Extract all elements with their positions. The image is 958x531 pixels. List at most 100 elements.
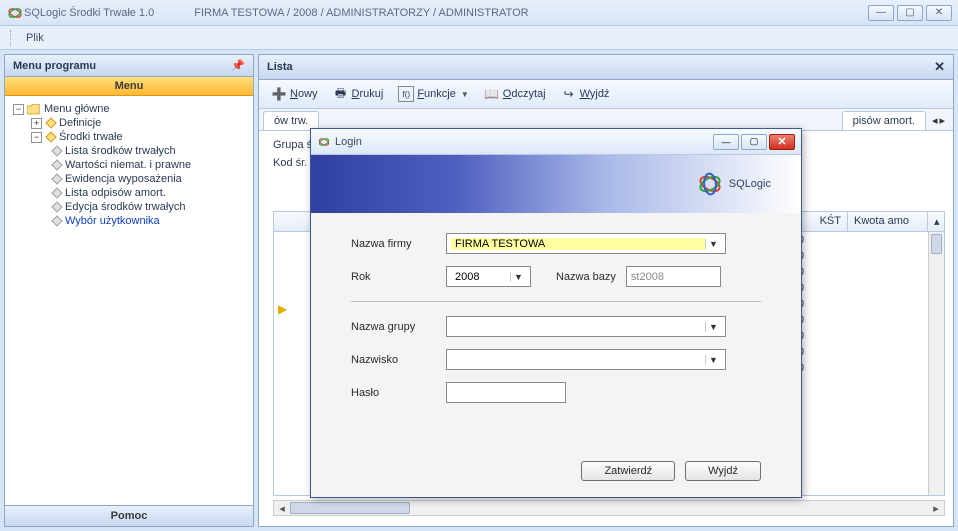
- separator: [351, 301, 761, 302]
- dialog-buttons: Zatwierdź Wyjdź: [311, 461, 801, 497]
- login-dialog: Login — ▢ ✕ SQLogic Nazwa firmy FIRMA TE…: [310, 128, 802, 498]
- chevron-down-icon[interactable]: ▼: [705, 355, 721, 365]
- toolbar-functions[interactable]: f()Funkcje▼: [392, 84, 474, 104]
- sidebar: Menu programu 📌 Menu − Menu główne + Def…: [4, 54, 254, 527]
- pomoc-band[interactable]: Pomoc: [5, 505, 253, 526]
- vertical-scrollbar[interactable]: [928, 232, 944, 495]
- close-button[interactable]: ✕: [926, 5, 952, 21]
- print-icon: 🖶: [333, 86, 349, 102]
- horizontal-scrollbar[interactable]: ◂ ▸: [273, 500, 945, 516]
- rok-label: Rok: [351, 271, 446, 283]
- expand-icon[interactable]: −: [13, 104, 24, 115]
- tab-prev-icon[interactable]: ◂: [932, 114, 938, 127]
- chevron-down-icon[interactable]: ▼: [705, 322, 721, 332]
- cancel-button[interactable]: Wyjdź: [685, 461, 761, 481]
- panel-close-icon[interactable]: ✕: [934, 59, 945, 75]
- tree-item-label: Środki trwałe: [59, 131, 123, 143]
- expand-icon[interactable]: −: [31, 132, 42, 143]
- menu-file[interactable]: Plik: [18, 29, 52, 47]
- dialog-title: Login: [335, 136, 362, 148]
- tree-root-label: Menu główne: [44, 103, 109, 115]
- menubar-handle: [10, 30, 14, 46]
- brand-icon: [697, 171, 723, 197]
- tree-item[interactable]: Edycja środków trwałych: [9, 200, 249, 214]
- toolbar-exit[interactable]: ↪Wyjdź: [555, 84, 616, 104]
- brand-logo: SQLogic: [697, 171, 771, 197]
- exit-icon: ↪: [561, 86, 577, 102]
- tree-item-label: Edycja środków trwałych: [65, 201, 185, 213]
- tree-item[interactable]: Wartości niemat. i prawne: [9, 158, 249, 172]
- tree-item-label: Lista odpisów amort.: [65, 187, 166, 199]
- dialog-body: Nazwa firmy FIRMA TESTOWA ▼ Rok 2008 ▼ N…: [311, 213, 801, 435]
- baza-field: [626, 266, 721, 287]
- content-title: Lista: [267, 61, 293, 73]
- context-path: FIRMA TESTOWA / 2008 / ADMINISTRATORZY /…: [194, 7, 528, 19]
- menu-band[interactable]: Menu: [5, 77, 253, 96]
- sidebar-header: Menu programu 📌: [5, 55, 253, 77]
- minimize-button[interactable]: —: [868, 5, 894, 21]
- chevron-down-icon[interactable]: ▼: [705, 239, 721, 249]
- new-icon: ➕: [271, 86, 287, 102]
- col-kst[interactable]: KŚT: [814, 212, 848, 231]
- diamond-icon: [51, 187, 62, 198]
- dialog-close-button[interactable]: ✕: [769, 134, 795, 150]
- diamond-icon: [51, 201, 62, 212]
- tree-item-label: Definicje: [59, 117, 101, 129]
- tab-right[interactable]: pisów amort.: [842, 111, 926, 130]
- app-title: SQLogic Środki Trwałe 1.0: [24, 7, 154, 19]
- scroll-left-icon[interactable]: ◂: [274, 502, 290, 515]
- dialog-titlebar[interactable]: Login — ▢ ✕: [311, 129, 801, 155]
- diamond-icon: [51, 145, 62, 156]
- tree-item[interactable]: Lista środków trwałych: [9, 144, 249, 158]
- nazwisko-combo[interactable]: ▼: [446, 349, 726, 370]
- row-pointer-icon: ▶: [278, 302, 287, 316]
- tree-definicje[interactable]: + Definicje: [9, 116, 249, 130]
- expand-icon[interactable]: +: [31, 118, 42, 129]
- diamond-icon: [51, 215, 62, 226]
- rok-value: 2008: [451, 271, 510, 283]
- maximize-button[interactable]: ▢: [897, 5, 923, 21]
- window-titlebar: SQLogic Środki Trwałe 1.0 FIRMA TESTOWA …: [0, 0, 958, 26]
- functions-icon: f(): [398, 86, 414, 102]
- scroll-right-icon[interactable]: ▸: [928, 502, 944, 515]
- dialog-minimize-button[interactable]: —: [713, 134, 739, 150]
- book-icon: 📖: [484, 86, 500, 102]
- haslo-label: Hasło: [351, 387, 446, 399]
- confirm-button[interactable]: Zatwierdź: [581, 461, 675, 481]
- col-kwota[interactable]: Kwota amo: [848, 212, 928, 231]
- tree-item-label: Ewidencja wyposażenia: [65, 173, 182, 185]
- toolbar-read[interactable]: 📖Odczytaj: [478, 84, 552, 104]
- tab-nav: ◂ ▸: [928, 114, 949, 127]
- tree-root[interactable]: − Menu główne: [9, 102, 249, 116]
- diamond-icon: [45, 131, 56, 142]
- folder-icon: [27, 104, 41, 115]
- rok-combo[interactable]: 2008 ▼: [446, 266, 531, 287]
- haslo-field[interactable]: [446, 382, 566, 403]
- dialog-banner: SQLogic: [311, 155, 801, 213]
- diamond-icon: [51, 173, 62, 184]
- dialog-maximize-button[interactable]: ▢: [741, 134, 767, 150]
- baza-label: Nazwa bazy: [556, 271, 616, 283]
- toolbar-print[interactable]: 🖶Drukuj: [327, 84, 390, 104]
- tab-next-icon[interactable]: ▸: [939, 114, 945, 127]
- tree-item[interactable]: Lista odpisów amort.: [9, 186, 249, 200]
- nazwisko-label: Nazwisko: [351, 354, 446, 366]
- tree-srodki[interactable]: − Środki trwałe: [9, 130, 249, 144]
- scrollbar-thumb[interactable]: [931, 234, 942, 254]
- tree-item[interactable]: Ewidencja wyposażenia: [9, 172, 249, 186]
- dialog-logo-icon: [317, 135, 331, 149]
- grupa-combo[interactable]: ▼: [446, 316, 726, 337]
- toolbar-new[interactable]: ➕Nowy: [265, 84, 324, 104]
- content-header: Lista ✕: [259, 55, 953, 80]
- pin-icon[interactable]: 📌: [231, 59, 245, 72]
- grupa-label: Nazwa grupy: [351, 321, 446, 333]
- brand-text: SQLogic: [729, 178, 771, 190]
- firma-label: Nazwa firmy: [351, 238, 446, 250]
- sidebar-title: Menu programu: [13, 60, 96, 72]
- scrollbar-thumb[interactable]: [290, 502, 410, 514]
- chevron-down-icon[interactable]: ▼: [510, 272, 526, 282]
- firma-value: FIRMA TESTOWA: [451, 238, 705, 250]
- tree-item-selected[interactable]: Wybór użytkownika: [9, 214, 249, 228]
- chevron-down-icon: ▼: [461, 90, 469, 99]
- firma-combo[interactable]: FIRMA TESTOWA ▼: [446, 233, 726, 254]
